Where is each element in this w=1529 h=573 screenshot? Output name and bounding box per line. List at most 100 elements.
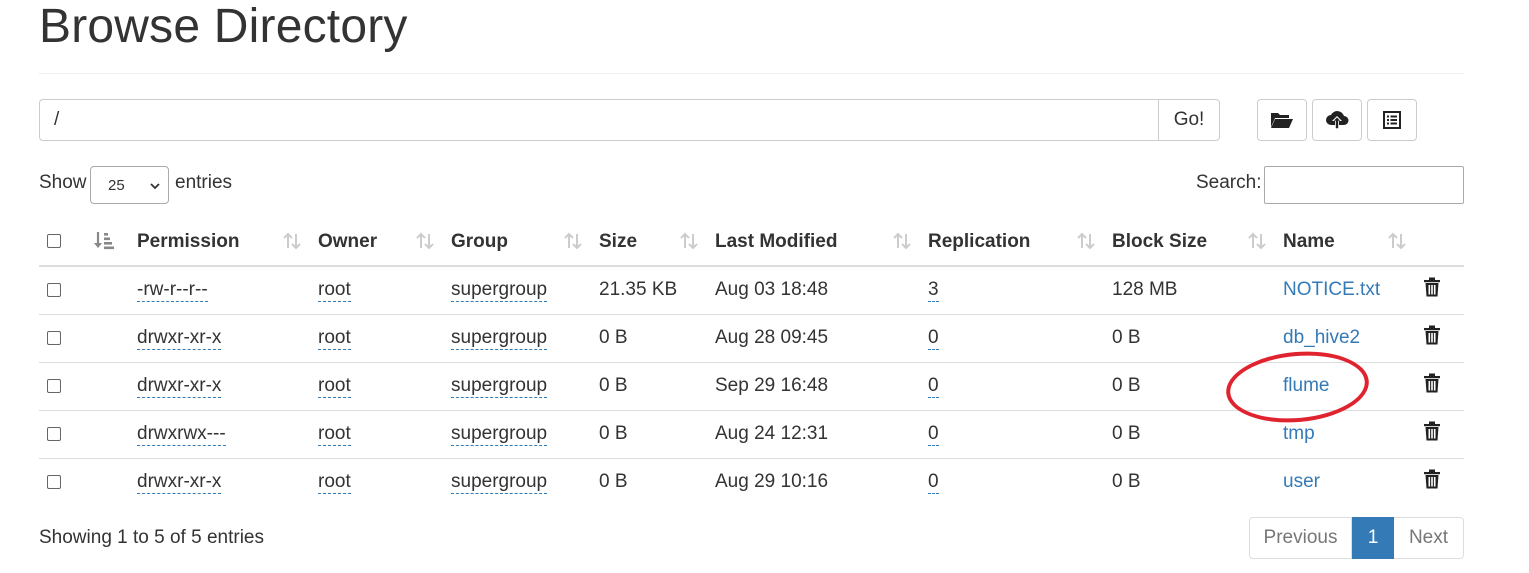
row-spacer-cell (85, 266, 129, 315)
header-block-size[interactable]: Block Size (1104, 218, 1275, 267)
permission-cell: drwxrwx--- (129, 410, 310, 459)
group-value[interactable]: supergroup (451, 375, 548, 398)
permission-value[interactable]: drwxr-xr-x (137, 375, 222, 398)
sort-default-header[interactable] (85, 218, 129, 267)
replication-value[interactable]: 0 (928, 327, 939, 350)
block-size-cell: 0 B (1104, 410, 1275, 459)
row-checkbox[interactable] (47, 330, 61, 345)
replication-value[interactable]: 0 (928, 423, 939, 446)
replication-value[interactable]: 0 (928, 471, 939, 495)
file-name-link[interactable]: flume (1283, 375, 1329, 396)
sort-amount-icon (94, 232, 114, 250)
row-select-cell (39, 314, 85, 363)
replication-cell: 0 (920, 458, 1104, 506)
name-cell: db_hive2 (1275, 314, 1415, 363)
row-checkbox[interactable] (47, 426, 61, 441)
create-directory-button[interactable] (1257, 99, 1307, 141)
permission-cell: drwxr-xr-x (129, 458, 310, 506)
entries-select-value: 25 (108, 176, 125, 194)
block-size-cell: 0 B (1104, 362, 1275, 411)
path-bar: Go! (39, 99, 1220, 141)
search-label: Search: (1196, 172, 1262, 193)
owner-value[interactable]: root (318, 423, 351, 446)
owner-value[interactable]: root (318, 375, 351, 398)
folder-open-icon (1271, 113, 1293, 128)
owner-value[interactable]: root (318, 471, 351, 495)
entries-label: entries (175, 172, 233, 193)
size-cell: 0 B (591, 314, 707, 363)
row-checkbox[interactable] (47, 283, 61, 298)
trash-icon[interactable] (1423, 469, 1441, 495)
entries-per-page-select[interactable]: 25 (90, 166, 169, 204)
block-size-cell: 0 B (1104, 314, 1275, 363)
owner-value[interactable]: root (318, 279, 351, 303)
replication-value[interactable]: 0 (928, 375, 939, 398)
cloud-upload-icon (1326, 111, 1349, 129)
search-input[interactable] (1264, 166, 1464, 204)
group-value[interactable]: supergroup (451, 327, 548, 350)
file-name-link[interactable]: NOTICE.txt (1283, 279, 1380, 300)
header-size[interactable]: Size (591, 218, 707, 267)
header-label: Size (599, 230, 638, 252)
row-spacer-cell (85, 314, 129, 363)
row-checkbox[interactable] (47, 378, 61, 393)
sort-arrows-icon (1388, 232, 1406, 250)
replication-cell: 0 (920, 314, 1104, 363)
permission-value[interactable]: drwxrwx--- (137, 423, 226, 446)
row-select-cell (39, 458, 85, 506)
trash-icon[interactable] (1423, 277, 1441, 303)
row-spacer-cell (85, 362, 129, 411)
sort-arrows-icon (680, 232, 698, 250)
file-name-link[interactable]: tmp (1283, 423, 1315, 444)
owner-cell: root (310, 314, 443, 363)
path-input[interactable] (39, 99, 1158, 141)
previous-page-button[interactable]: Previous (1249, 517, 1352, 559)
permission-value[interactable]: drwxr-xr-x (137, 471, 222, 495)
delete-cell (1415, 314, 1464, 363)
file-table: Permission Owner Group Size Last Modifie… (39, 218, 1464, 506)
show-label: Show (39, 172, 87, 193)
group-value[interactable]: supergroup (451, 471, 548, 495)
group-cell: supergroup (443, 410, 591, 459)
select-all-checkbox[interactable] (47, 234, 61, 249)
header-group[interactable]: Group (443, 218, 591, 267)
permission-cell: drwxr-xr-x (129, 362, 310, 411)
trash-icon[interactable] (1423, 373, 1441, 399)
trash-icon[interactable] (1423, 421, 1441, 447)
header-replication[interactable]: Replication (920, 218, 1104, 267)
group-value[interactable]: supergroup (451, 423, 548, 446)
modified-cell: Aug 29 10:16 (715, 471, 829, 493)
table-info: Showing 1 to 5 of 5 entries (39, 527, 264, 548)
header-last-modified[interactable]: Last Modified (707, 218, 920, 267)
trash-icon[interactable] (1423, 325, 1441, 351)
file-name-link[interactable]: db_hive2 (1283, 327, 1360, 348)
table-row: -rw-r--r-- root supergroup 21.35 KB Aug 03 1… (39, 266, 1464, 315)
header-owner[interactable]: Owner (310, 218, 443, 267)
size-cell: 0 B (599, 471, 628, 493)
table-row: drwxrwx--- root supergroup 0 B Aug 24 12:31 0… (39, 410, 1464, 459)
upload-button[interactable] (1312, 99, 1362, 141)
go-button[interactable]: Go! (1158, 99, 1220, 141)
header-name[interactable]: Name (1275, 218, 1415, 267)
owner-value[interactable]: root (318, 327, 351, 350)
row-spacer-cell (85, 458, 129, 506)
page-1-button[interactable]: 1 (1352, 517, 1394, 559)
owner-cell: root (310, 266, 443, 315)
permission-value[interactable]: -rw-r--r-- (137, 279, 208, 303)
cut-paste-button[interactable] (1367, 99, 1417, 141)
header-label: Block Size (1112, 230, 1208, 252)
group-cell: supergroup (443, 314, 591, 363)
row-checkbox[interactable] (47, 475, 61, 490)
file-name-link[interactable]: user (1283, 471, 1320, 492)
title-divider (39, 73, 1464, 74)
replication-value[interactable]: 3 (928, 279, 939, 303)
next-page-button[interactable]: Next (1394, 517, 1464, 559)
delete-cell (1415, 362, 1464, 411)
permission-value[interactable]: drwxr-xr-x (137, 327, 222, 350)
table-row: drwxr-xr-x root supergroup 0 B Aug 29 10:16 0… (39, 458, 1464, 506)
page-title: Browse Directory (39, 0, 408, 53)
name-cell: NOTICE.txt (1275, 266, 1415, 315)
group-value[interactable]: supergroup (451, 279, 548, 303)
header-permission[interactable]: Permission (129, 218, 310, 267)
row-select-cell (39, 266, 85, 315)
